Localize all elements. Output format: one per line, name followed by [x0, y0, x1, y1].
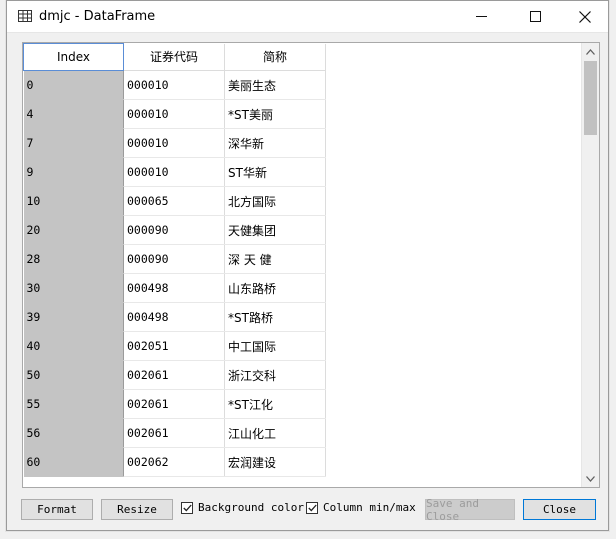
scroll-down-button[interactable]: [582, 470, 599, 487]
close-window-button[interactable]: [562, 1, 608, 32]
code-cell[interactable]: 000010: [123, 157, 225, 187]
name-cell[interactable]: 中工国际: [224, 331, 326, 361]
name-cell[interactable]: 深 天 健: [224, 244, 326, 274]
code-cell[interactable]: 002061: [123, 418, 225, 448]
name-cell[interactable]: 江山化工: [224, 418, 326, 448]
index-cell[interactable]: 4: [23, 99, 124, 129]
name-cell[interactable]: 浙江交科: [224, 360, 326, 390]
minimize-button[interactable]: [458, 1, 504, 32]
index-cell[interactable]: 20: [23, 215, 124, 245]
index-cell[interactable]: 39: [23, 302, 124, 332]
checkmark-icon: [307, 504, 317, 511]
code-cell[interactable]: 000498: [123, 273, 225, 303]
table-row[interactable]: 0 000010 美丽生态: [23, 70, 326, 100]
table-row[interactable]: 60 002062 宏润建设: [23, 447, 326, 477]
chevron-up-icon: [586, 48, 595, 55]
code-cell[interactable]: 000065: [123, 186, 225, 216]
name-cell[interactable]: *ST路桥: [224, 302, 326, 332]
index-cell[interactable]: 60: [23, 447, 124, 477]
header-row: Index 证券代码 简称: [23, 43, 326, 71]
code-cell[interactable]: 002061: [123, 389, 225, 419]
save-and-close-button[interactable]: Save and Close: [425, 497, 515, 523]
name-cell[interactable]: *ST江化: [224, 389, 326, 419]
table-row[interactable]: 7 000010 深华新: [23, 128, 326, 158]
chevron-down-icon: [586, 475, 595, 482]
table-grid-icon: [18, 10, 32, 22]
index-cell[interactable]: 9: [23, 157, 124, 187]
name-cell[interactable]: 美丽生态: [224, 70, 326, 100]
index-cell[interactable]: 0: [23, 70, 124, 100]
scroll-up-button[interactable]: [582, 43, 599, 60]
name-cell[interactable]: 深华新: [224, 128, 326, 158]
code-cell[interactable]: 000090: [123, 244, 225, 274]
background-color-checkbox[interactable]: Background color: [181, 501, 304, 514]
code-cell[interactable]: 002061: [123, 360, 225, 390]
minimize-icon: [475, 16, 487, 17]
window-title: dmjc - DataFrame: [39, 9, 156, 24]
table-row[interactable]: 55 002061 *ST江化: [23, 389, 326, 419]
code-cell[interactable]: 002051: [123, 331, 225, 361]
index-cell[interactable]: 56: [23, 418, 124, 448]
table-row[interactable]: 28 000090 深 天 健: [23, 244, 326, 274]
name-cell[interactable]: 宏润建设: [224, 447, 326, 477]
code-cell[interactable]: 000498: [123, 302, 225, 332]
vertical-scrollbar[interactable]: [581, 43, 599, 487]
code-cell[interactable]: 000010: [123, 128, 225, 158]
table-row[interactable]: 9 000010 ST华新: [23, 157, 326, 187]
table-row[interactable]: 56 002061 江山化工: [23, 418, 326, 448]
maximize-button[interactable]: [512, 1, 558, 32]
checkmark-icon: [182, 504, 192, 511]
scrollbar-thumb[interactable]: [584, 61, 597, 135]
table-row[interactable]: 10 000065 北方国际: [23, 186, 326, 216]
index-cell[interactable]: 7: [23, 128, 124, 158]
code-cell[interactable]: 002062: [123, 447, 225, 477]
header-code[interactable]: 证券代码: [123, 43, 225, 71]
table-row[interactable]: 30 000498 山东路桥: [23, 273, 326, 303]
table-row[interactable]: 39 000498 *ST路桥: [23, 302, 326, 332]
table-row[interactable]: 50 002061 浙江交科: [23, 360, 326, 390]
index-cell[interactable]: 28: [23, 244, 124, 274]
header-index[interactable]: Index: [23, 43, 124, 71]
checkbox-box[interactable]: [306, 501, 318, 514]
name-cell[interactable]: ST华新: [224, 157, 326, 187]
code-cell[interactable]: 000090: [123, 215, 225, 245]
format-button[interactable]: Format: [21, 499, 93, 520]
name-cell[interactable]: *ST美丽: [224, 99, 326, 129]
index-cell[interactable]: 50: [23, 360, 124, 390]
dataframe-table-view[interactable]: Index 证券代码 简称 0 000010 美丽生态 4 000010 *ST美丽 7…: [22, 42, 600, 488]
code-cell[interactable]: 000010: [123, 99, 225, 129]
column-minmax-label: Column min/max: [323, 501, 416, 514]
checkbox-box[interactable]: [181, 501, 193, 514]
table-row[interactable]: 4 000010 *ST美丽: [23, 99, 326, 129]
name-cell[interactable]: 山东路桥: [224, 273, 326, 303]
column-minmax-checkbox[interactable]: Column min/max: [306, 501, 416, 514]
resize-button[interactable]: Resize: [101, 499, 173, 520]
background-color-label: Background color: [198, 501, 304, 514]
index-cell[interactable]: 30: [23, 273, 124, 303]
table-row[interactable]: 20 000090 天健集团: [23, 215, 326, 245]
name-cell[interactable]: 北方国际: [224, 186, 326, 216]
index-cell[interactable]: 55: [23, 389, 124, 419]
close-button[interactable]: Close: [523, 499, 596, 520]
title-bar[interactable]: dmjc - DataFrame: [7, 1, 608, 33]
close-icon: [579, 10, 591, 23]
index-cell[interactable]: 10: [23, 186, 124, 216]
dataframe-table: Index 证券代码 简称 0 000010 美丽生态 4 000010 *ST美丽 7…: [23, 43, 326, 477]
table-row[interactable]: 40 002051 中工国际: [23, 331, 326, 361]
index-cell[interactable]: 40: [23, 331, 124, 361]
header-name[interactable]: 简称: [224, 43, 326, 71]
code-cell[interactable]: 000010: [123, 70, 225, 100]
maximize-icon: [529, 11, 541, 22]
name-cell[interactable]: 天健集团: [224, 215, 326, 245]
dataframe-window: dmjc - DataFrame Index 证券代码 简称 0 000010 美丽…: [6, 0, 609, 531]
